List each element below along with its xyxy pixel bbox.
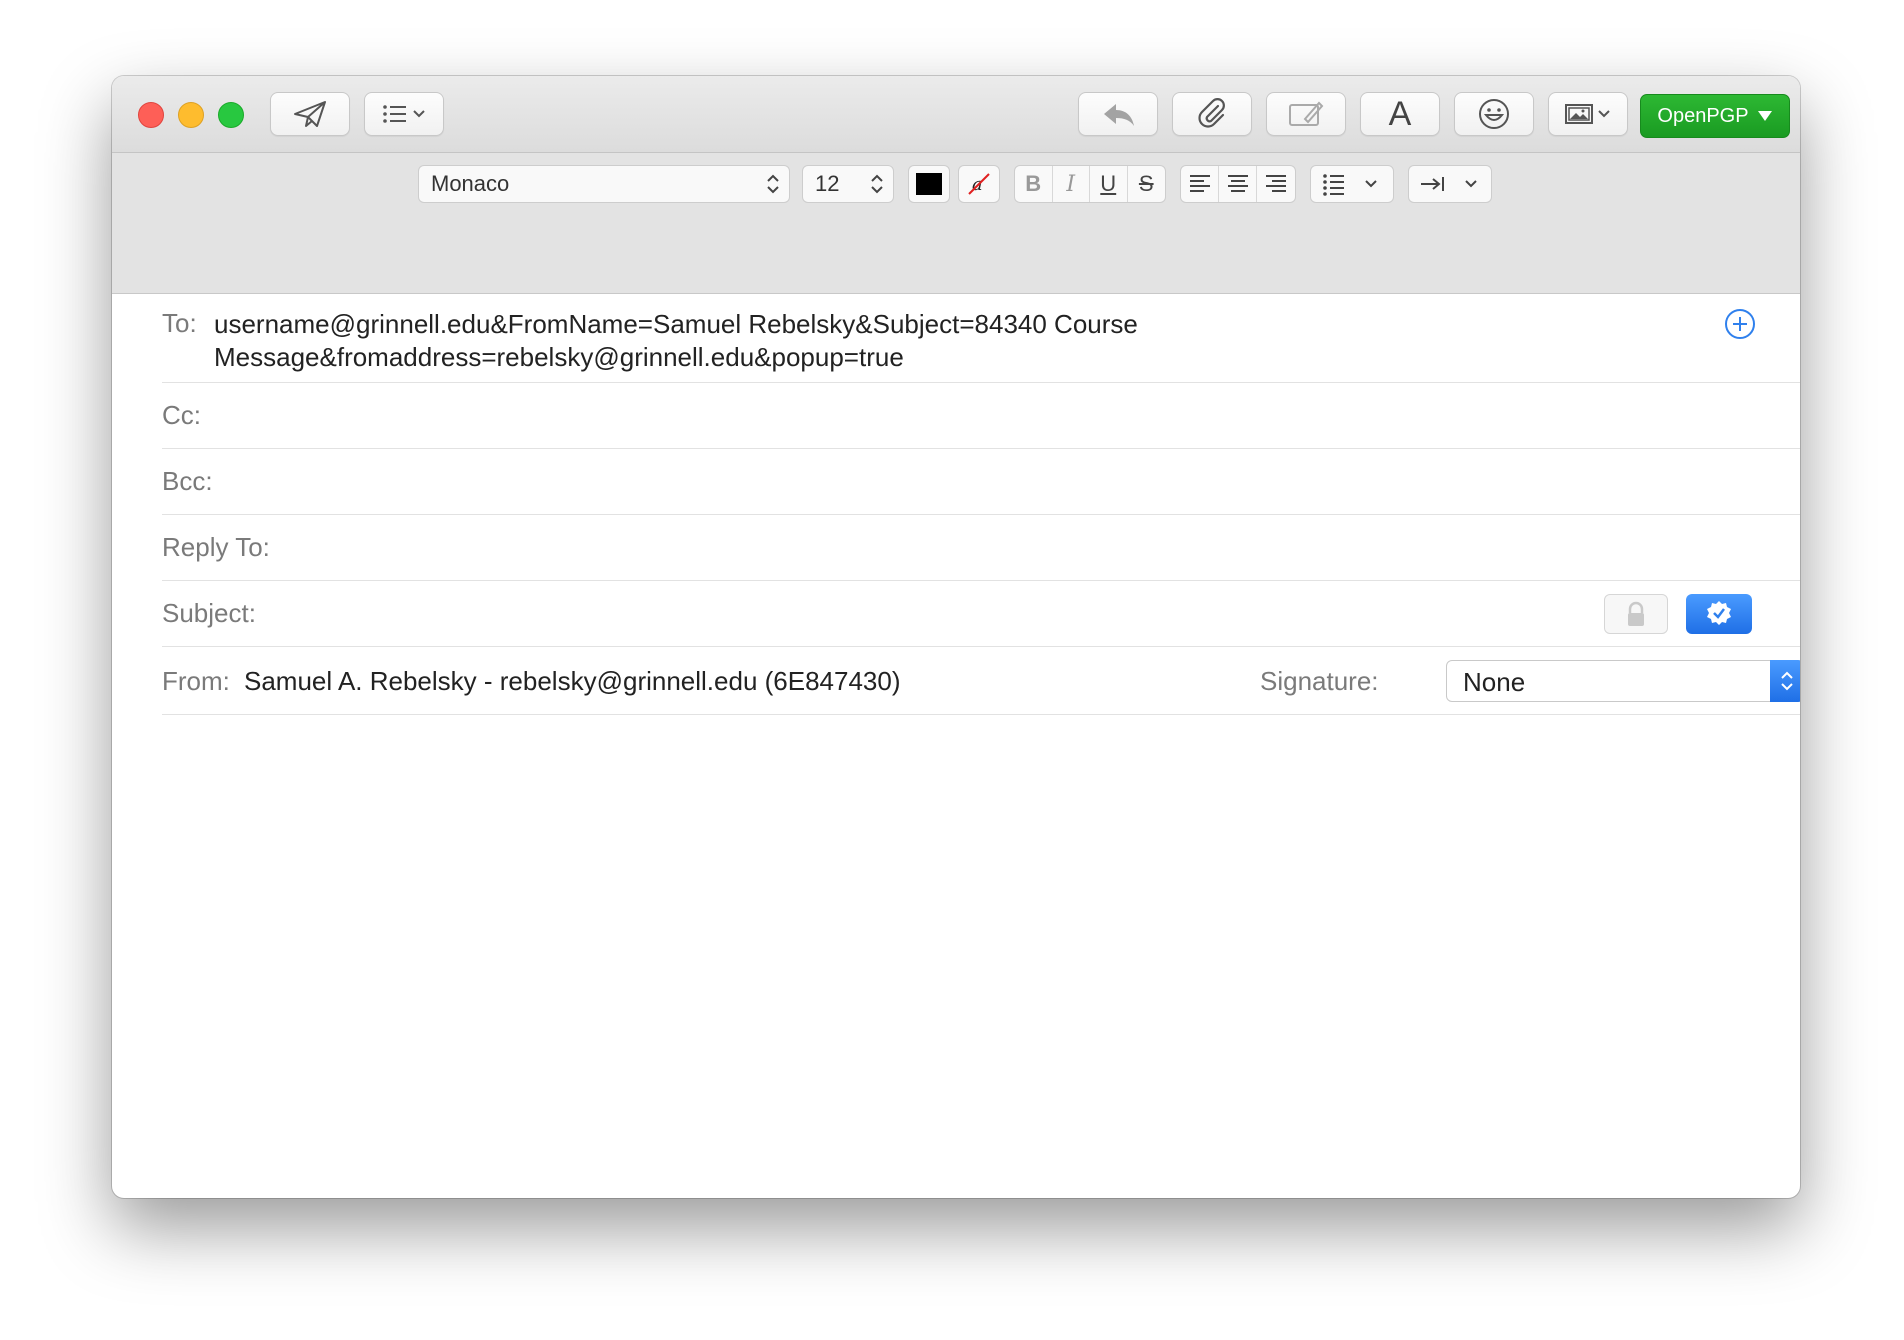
add-contact-icon[interactable] — [1724, 308, 1756, 340]
markup-icon — [1289, 101, 1324, 126]
to-value-line1: username@grinnell.edu&FromName=Samuel Re… — [214, 309, 1138, 339]
align-center-button[interactable] — [1219, 166, 1257, 202]
send-button[interactable] — [270, 92, 350, 136]
list-style-select[interactable] — [1310, 165, 1394, 203]
bcc-label: Bcc: — [162, 466, 213, 496]
fonts-button[interactable]: A — [1360, 92, 1440, 136]
italic-button[interactable]: I — [1053, 166, 1090, 202]
from-select[interactable]: Samuel A. Rebelsky - rebelsky@grinnell.e… — [244, 666, 901, 697]
toolbar: A OpenPGP — [112, 76, 1800, 153]
verified-badge-icon — [1707, 601, 1731, 625]
up-down-chevron-icon — [871, 174, 883, 194]
font-size-select[interactable]: 12 — [802, 165, 894, 203]
header-fields-button[interactable] — [364, 92, 444, 136]
signature-value: None — [1463, 667, 1526, 697]
up-down-chevron-icon — [767, 174, 779, 194]
close-window-button[interactable] — [138, 102, 164, 128]
underline-button[interactable]: U — [1090, 166, 1128, 202]
align-left-icon — [1189, 175, 1210, 192]
bold-label: B — [1025, 171, 1042, 196]
paperclip-icon — [1198, 98, 1225, 128]
italic-label: I — [1066, 171, 1076, 197]
bulleted-list-icon — [1323, 174, 1377, 196]
cc-label: Cc: — [162, 400, 201, 430]
signature-select[interactable]: None — [1446, 660, 1800, 702]
photo-browser-icon — [1565, 104, 1610, 124]
indent-select[interactable] — [1408, 165, 1492, 203]
text-color-button[interactable] — [908, 165, 950, 203]
up-down-chevron-icon — [1781, 671, 1793, 691]
align-right-icon — [1266, 175, 1286, 192]
signature-label: Signature: — [1260, 666, 1379, 696]
align-center-icon — [1227, 175, 1248, 192]
reply-to-label: Reply To: — [162, 532, 270, 562]
to-value-line2: Message&fromaddress=rebelsky@grinnell.ed… — [214, 342, 904, 372]
markup-button[interactable] — [1266, 92, 1346, 136]
strikethrough-button[interactable]: S — [1128, 166, 1165, 202]
triangle-down-icon — [1757, 111, 1772, 121]
minimize-window-button[interactable] — [178, 102, 204, 128]
openpgp-button[interactable]: OpenPGP — [1640, 94, 1790, 138]
signature-stepper[interactable] — [1770, 660, 1800, 702]
subject-row[interactable]: Subject: — [162, 580, 1800, 647]
paper-plane-icon — [294, 101, 326, 127]
bold-button[interactable]: B — [1015, 166, 1053, 202]
format-bar — [112, 153, 1800, 294]
openpgp-label: OpenPGP — [1657, 104, 1749, 127]
fonts-label: A — [1388, 94, 1412, 133]
cc-row[interactable]: Cc: — [162, 382, 1800, 449]
attach-button[interactable] — [1172, 92, 1252, 136]
reply-button[interactable] — [1078, 92, 1158, 136]
align-left-button[interactable] — [1181, 166, 1219, 202]
to-field[interactable]: username@grinnell.edu&FromName=Samuel Re… — [214, 308, 1138, 374]
font-family-select[interactable]: Monaco — [418, 165, 790, 203]
message-body[interactable] — [112, 716, 1800, 1198]
reply-arrow-icon — [1104, 104, 1134, 126]
smiley-icon — [1479, 99, 1509, 129]
emoji-button[interactable] — [1454, 92, 1534, 136]
to-label: To: — [162, 308, 197, 338]
subject-label: Subject: — [162, 598, 256, 628]
photo-browser-button[interactable] — [1548, 92, 1628, 136]
text-style-group: B I U S — [1014, 165, 1166, 203]
zoom-window-button[interactable] — [218, 102, 244, 128]
from-label: From: — [162, 666, 230, 696]
indent-icon — [1421, 177, 1477, 191]
strikethrough-label: S — [1138, 171, 1154, 196]
align-right-button[interactable] — [1257, 166, 1295, 202]
text-color-swatch — [916, 173, 942, 195]
reply-to-row[interactable]: Reply To: — [162, 514, 1800, 581]
list-icon — [383, 105, 425, 123]
font-family-value: Monaco — [431, 171, 510, 196]
alignment-group — [1180, 165, 1296, 203]
font-size-value: 12 — [815, 171, 840, 196]
from-row: From: Samuel A. Rebelsky - rebelsky@grin… — [162, 646, 1800, 715]
encrypt-button[interactable] — [1604, 594, 1668, 634]
lock-icon — [1628, 601, 1644, 626]
compose-window: A OpenPGP Monaco 12 B I U S To: username… — [112, 76, 1800, 1198]
sign-button[interactable] — [1686, 594, 1752, 634]
underline-label: U — [1100, 171, 1117, 196]
to-row: To: username@grinnell.edu&FromName=Samue… — [162, 294, 1800, 383]
bcc-row[interactable]: Bcc: — [162, 448, 1800, 515]
no-background-color-icon: a — [968, 173, 990, 195]
background-color-button[interactable]: a — [958, 165, 1000, 203]
